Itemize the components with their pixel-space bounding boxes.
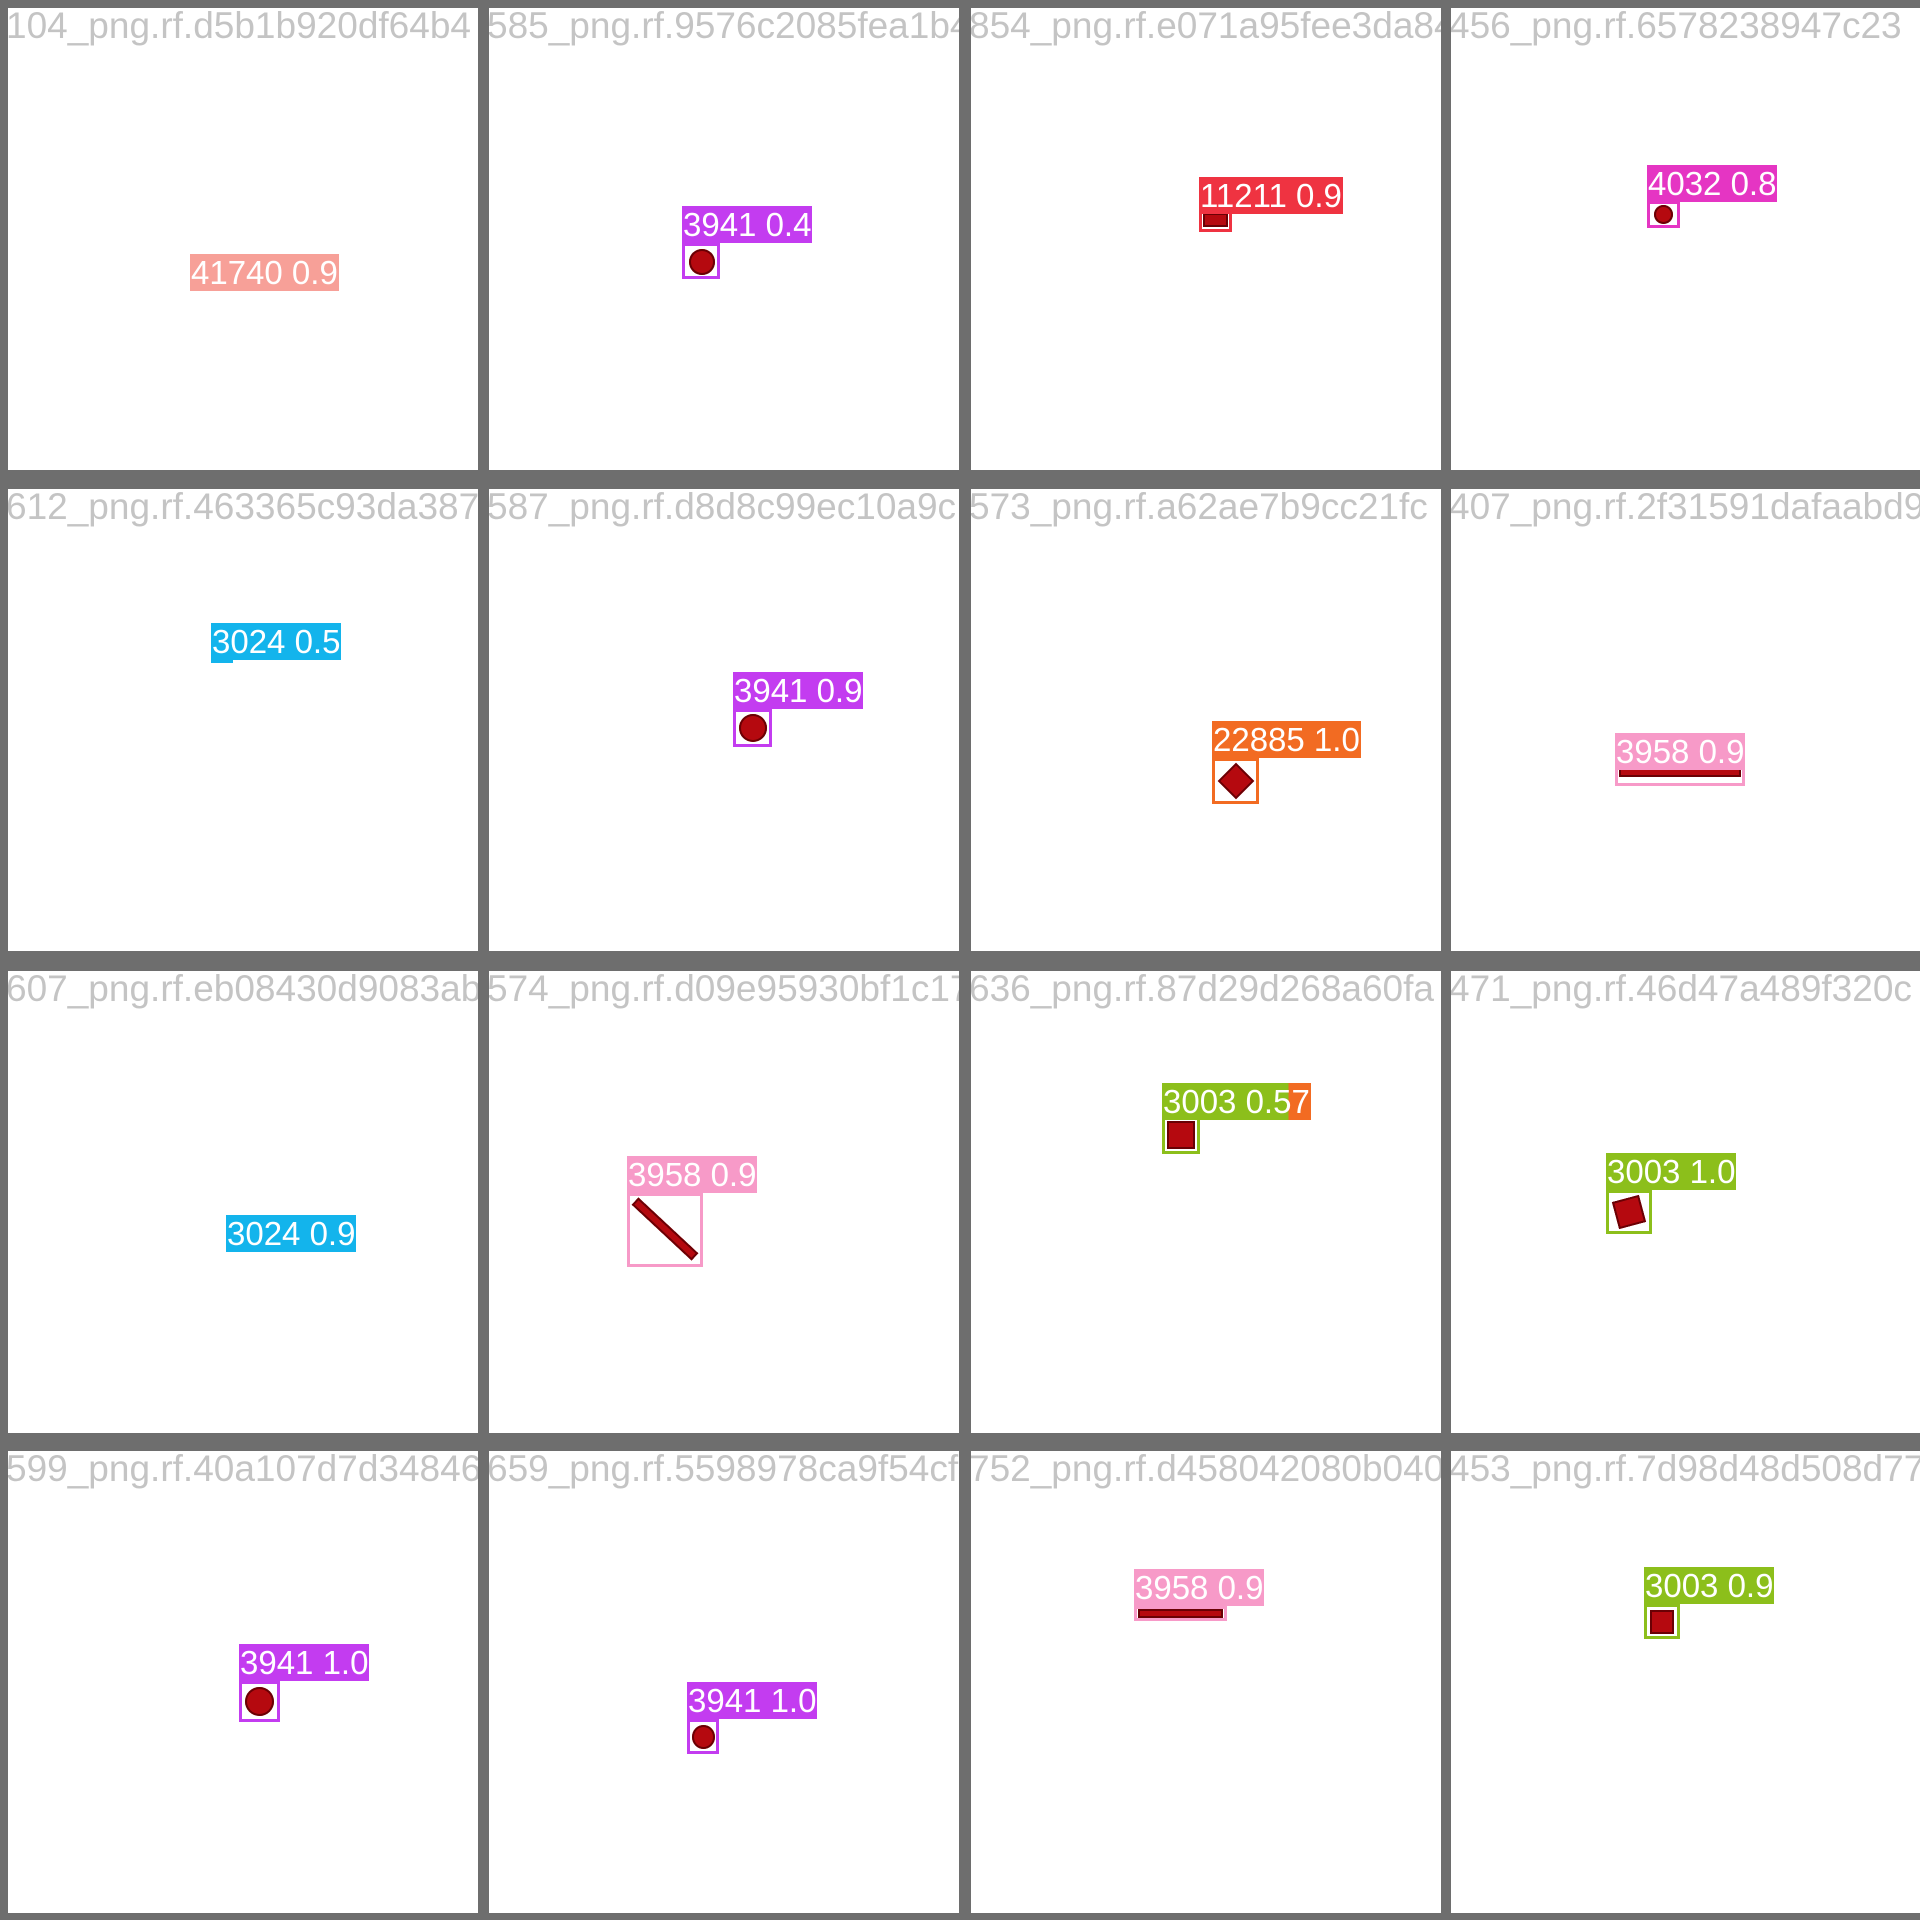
tile-filename: 636_png.rf.87d29d268a60fa	[971, 971, 1434, 1009]
brick-part	[689, 249, 715, 275]
tile-filename: 854_png.rf.e071a95fee3da84	[971, 8, 1441, 46]
image-tile: 407_png.rf.2f31591dafaabd97 3958 0.9	[1451, 489, 1920, 951]
tile-filename: 585_png.rf.9576c2085fea1b4f98	[489, 8, 959, 46]
detection-label: 11211 0.9	[1199, 177, 1343, 214]
detection-label: 3024 0.5	[211, 623, 342, 660]
brick-part	[1654, 205, 1673, 224]
detection-label: 41740 0.9	[190, 254, 339, 291]
detection-label: 3024 0.9	[226, 1215, 357, 1252]
detection-label: 3958 0.9	[627, 1156, 758, 1193]
detection-label: 3941 1.0	[687, 1682, 818, 1719]
tile-filename: 612_png.rf.463365c93da387	[8, 489, 478, 527]
detection-label: 3003 1.0	[1606, 1153, 1737, 1190]
image-tile: 585_png.rf.9576c2085fea1b4f98 3941 0.4	[489, 8, 959, 470]
image-tile: 471_png.rf.46d47a489f320c 3003 1.0	[1451, 971, 1920, 1433]
tile-filename: 587_png.rf.d8d8c99ec10a9c	[489, 489, 957, 527]
image-tile: 453_png.rf.7d98d48d508d77 3003 0.9	[1451, 1451, 1920, 1913]
detection-label: 3003 0.9	[1644, 1567, 1775, 1604]
brick-part	[1167, 1121, 1195, 1149]
tile-filename: 407_png.rf.2f31591dafaabd97	[1451, 489, 1920, 527]
tile-filename: 574_png.rf.d09e95930bf1c172	[489, 971, 959, 1009]
detection-label: 3941 1.0	[239, 1644, 370, 1681]
image-tile: 854_png.rf.e071a95fee3da84 11211 0.9	[971, 8, 1441, 470]
image-tile: 573_png.rf.a62ae7b9cc21fc 22885 1.0	[971, 489, 1441, 951]
image-tile: 456_png.rf.6578238947c23 4032 0.8	[1451, 8, 1920, 470]
image-tile: 636_png.rf.87d29d268a60fa 3003 0.57	[971, 971, 1441, 1433]
detection-label: 3941 0.4	[682, 206, 813, 243]
detection-grid: 104_png.rf.d5b1b920df64b4 41740 0.9 585_…	[0, 0, 1920, 1920]
image-tile: 612_png.rf.463365c93da387 3024 0.5	[8, 489, 478, 951]
brick-part	[739, 714, 767, 742]
detection-label: 3958 0.9	[1615, 733, 1746, 770]
tile-filename: 599_png.rf.40a107d7d34846	[8, 1451, 478, 1489]
brick-part	[245, 1687, 274, 1716]
brick-part	[692, 1725, 715, 1749]
image-tile: 752_png.rf.d458042080b0407 3958 0.9	[971, 1451, 1441, 1913]
image-tile: 607_png.rf.eb08430d9083ab 3024 0.9	[8, 971, 478, 1433]
detection-label: 22885 1.0	[1212, 721, 1361, 758]
brick-part	[1138, 1609, 1223, 1618]
tile-filename: 471_png.rf.46d47a489f320c	[1451, 971, 1912, 1009]
image-tile: 659_png.rf.5598978ca9f54cf 3941 1.0	[489, 1451, 959, 1913]
tile-filename: 453_png.rf.7d98d48d508d77	[1451, 1451, 1920, 1489]
detection-label: 3941 0.9	[733, 672, 864, 709]
tile-filename: 752_png.rf.d458042080b0407	[971, 1451, 1441, 1489]
tile-filename: 456_png.rf.6578238947c23	[1451, 8, 1902, 46]
tile-filename: 607_png.rf.eb08430d9083ab	[8, 971, 478, 1009]
image-tile: 574_png.rf.d09e95930bf1c172 3958 0.9	[489, 971, 959, 1433]
tile-filename: 659_png.rf.5598978ca9f54cf	[489, 1451, 959, 1489]
brick-part	[1203, 213, 1228, 227]
image-tile: 104_png.rf.d5b1b920df64b4 41740 0.9	[8, 8, 478, 470]
detection-label: 4032 0.8	[1647, 165, 1778, 202]
detection-label: 3958 0.9	[1134, 1569, 1265, 1606]
tile-filename: 104_png.rf.d5b1b920df64b4	[8, 8, 471, 46]
brick-part	[1650, 1610, 1674, 1634]
image-tile: 587_png.rf.d8d8c99ec10a9c 3941 0.9	[489, 489, 959, 951]
detection-label: 3003 0.57	[1162, 1083, 1311, 1120]
tile-filename: 573_png.rf.a62ae7b9cc21fc	[971, 489, 1428, 527]
image-tile: 599_png.rf.40a107d7d34846 3941 1.0	[8, 1451, 478, 1913]
